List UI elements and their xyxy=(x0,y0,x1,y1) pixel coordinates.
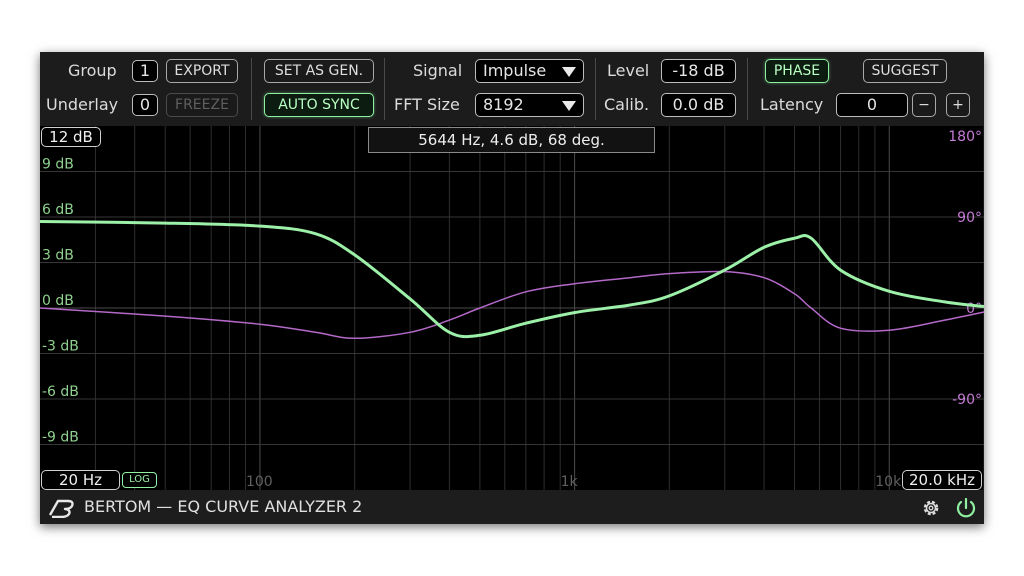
db-label: -3 dB xyxy=(42,339,79,355)
caret-down-icon xyxy=(562,67,576,77)
set-as-gen-button[interactable]: SET AS GEN. xyxy=(264,59,374,83)
phase-axis-labels: 180°90°0°-90° xyxy=(948,129,982,408)
frequency-label: 1k xyxy=(561,474,579,490)
underlay-label: Underlay xyxy=(46,95,119,114)
fft-size-label: FFT Size xyxy=(394,95,460,114)
db-label: 6 dB xyxy=(42,202,74,218)
eq-graph[interactable]: 100 1k 10k 9 dB 6 dB 3 dB 0 dB -3 dB -6 dB -9 dB… xyxy=(40,126,984,490)
signal-label: Signal xyxy=(413,61,463,80)
export-button[interactable]: EXPORT xyxy=(166,59,238,83)
separator xyxy=(384,58,385,120)
toolbar: Group 1 EXPORT Underlay 0 FREEZE SET AS … xyxy=(40,52,984,126)
caret-down-icon xyxy=(562,101,576,111)
signal-dropdown[interactable]: Impulse xyxy=(475,59,584,83)
cursor-readout: 5644 Hz, 4.6 dB, 68 deg. xyxy=(368,127,655,153)
underlay-field[interactable]: 0 xyxy=(132,94,158,116)
db-axis-labels: 9 dB 6 dB 3 dB 0 dB -3 dB -6 dB -9 dB xyxy=(42,157,79,446)
db-label: -6 dB xyxy=(42,384,79,400)
latency-label: Latency xyxy=(760,95,824,114)
phase-label: 180° xyxy=(948,129,982,145)
db-label: 3 dB xyxy=(42,248,74,264)
level-label: Level xyxy=(607,61,650,80)
auto-sync-button[interactable]: AUTO SYNC xyxy=(264,93,374,117)
frequency-axis-labels: 100 1k 10k xyxy=(246,474,902,490)
separator xyxy=(251,58,252,120)
frequency-label: 100 xyxy=(246,474,273,490)
separator xyxy=(747,58,748,120)
calib-field[interactable]: 0.0 dB xyxy=(661,93,736,117)
calib-label: Calib. xyxy=(604,95,650,114)
gear-icon[interactable] xyxy=(920,497,942,519)
plugin-window: Group 1 EXPORT Underlay 0 FREEZE SET AS … xyxy=(40,52,984,524)
fft-size-dropdown[interactable]: 8192 xyxy=(475,93,584,117)
power-icon[interactable] xyxy=(954,496,978,520)
level-field[interactable]: -18 dB xyxy=(661,59,736,83)
phase-button[interactable]: PHASE xyxy=(765,59,829,83)
separator xyxy=(595,58,596,120)
freq-max-badge[interactable]: 20.0 kHz xyxy=(902,470,982,490)
suggest-button[interactable]: SUGGEST xyxy=(863,59,947,83)
db-label: 9 dB xyxy=(42,157,74,173)
phase-label: 90° xyxy=(957,210,982,226)
latency-field[interactable]: 0 xyxy=(836,93,908,117)
signal-value: Impulse xyxy=(483,61,547,80)
frequency-label: 10k xyxy=(875,474,902,490)
fft-size-value: 8192 xyxy=(483,95,524,114)
db-label: 0 dB xyxy=(42,293,74,309)
group-field[interactable]: 1 xyxy=(132,60,158,82)
latency-decrease-button[interactable]: − xyxy=(912,93,936,117)
db-label: -9 dB xyxy=(42,430,79,446)
phase-label: -90° xyxy=(952,392,982,408)
bertom-logo xyxy=(48,499,74,518)
latency-increase-button[interactable]: + xyxy=(946,93,970,117)
magnitude-curve xyxy=(40,220,984,339)
freeze-button[interactable]: FREEZE xyxy=(166,93,238,117)
app-title: BERTOM — EQ CURVE ANALYZER 2 xyxy=(84,497,363,516)
range-top-badge[interactable]: 12 dB xyxy=(41,127,101,147)
footer: BERTOM — EQ CURVE ANALYZER 2 xyxy=(40,490,984,524)
freq-min-badge[interactable]: 20 Hz xyxy=(41,470,120,490)
db-grid xyxy=(40,171,984,445)
log-scale-button[interactable]: LOG xyxy=(122,472,157,488)
group-label: Group xyxy=(68,61,117,80)
